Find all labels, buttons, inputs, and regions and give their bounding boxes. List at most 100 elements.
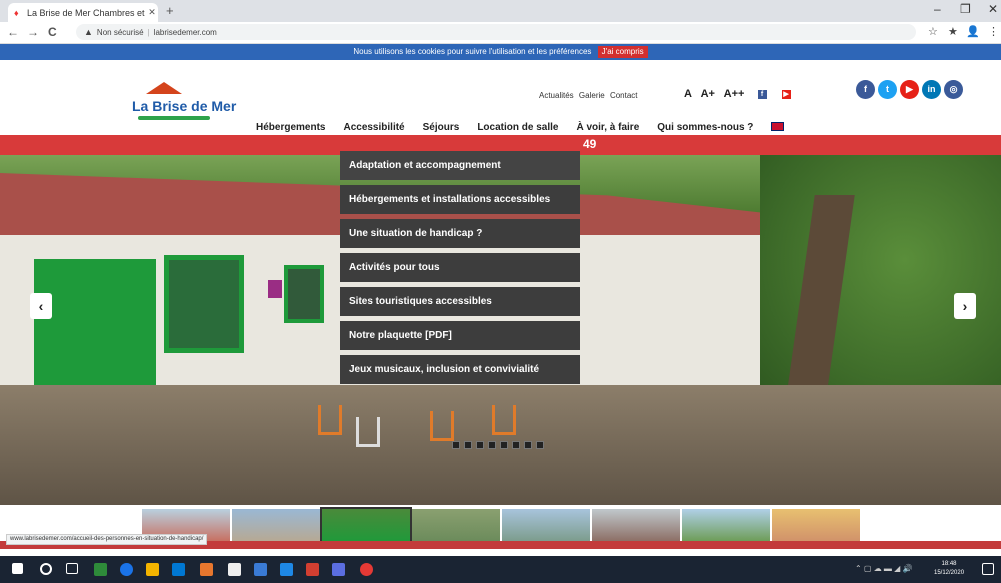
slider-dots [452, 441, 544, 449]
slider-dot[interactable] [524, 441, 532, 449]
thumbnail[interactable] [772, 509, 860, 543]
browser-tab[interactable]: ♦ La Brise de Mer Chambres et gîte ✕ [8, 3, 158, 22]
star-icon[interactable]: ☆ [928, 25, 938, 38]
cookie-banner: Nous utilisons les cookies pour suivre l… [0, 44, 1001, 60]
chrome-icon[interactable] [360, 563, 373, 576]
logo-text: La Brise de Mer [132, 98, 237, 114]
text-size-large[interactable]: A+ [701, 88, 715, 100]
site-logo[interactable]: La Brise de Mer [132, 82, 236, 124]
social-links: f t ▶ in ◎ [856, 80, 963, 99]
tab-title: La Brise de Mer Chambres et gîte [27, 7, 146, 18]
logo-roof-icon [146, 82, 182, 94]
linkedin-icon[interactable]: in [922, 80, 941, 99]
orange-chair [430, 411, 454, 441]
nav-sejours[interactable]: Séjours [423, 122, 460, 133]
sailboat-sign-icon [268, 280, 282, 298]
forward-button[interactable]: → [27, 25, 39, 39]
menu-item-sites-touristiques[interactable]: Sites touristiques accessibles [340, 287, 580, 316]
tab-strip: ♦ La Brise de Mer Chambres et gîte ✕ + –… [0, 0, 1001, 22]
slider-prev-button[interactable]: ‹ [30, 293, 52, 319]
thumbnail[interactable] [502, 509, 590, 543]
english-flag-icon[interactable] [771, 122, 785, 131]
slider-dot[interactable] [536, 441, 544, 449]
logo-wave-icon [138, 116, 210, 120]
excel-icon[interactable] [94, 563, 107, 576]
facebook-icon[interactable]: f [856, 80, 875, 99]
windows-start-icon[interactable] [12, 563, 23, 574]
nav-location-salle[interactable]: Location de salle [477, 122, 558, 133]
app-icon[interactable] [200, 563, 213, 576]
slider-dot[interactable] [500, 441, 508, 449]
explorer-icon[interactable] [146, 563, 159, 576]
clock-time: 18:48 [941, 561, 957, 567]
security-label: Non sécurisé [96, 27, 144, 37]
system-tray[interactable]: ⌃ ▢ ☁ ▬ ◢ 🔊 [855, 564, 913, 573]
text-size-xlarge[interactable]: A++ [724, 88, 745, 100]
app-icon[interactable] [332, 563, 345, 576]
glass-door [164, 255, 244, 353]
link-actualites[interactable]: Actualités [539, 91, 574, 100]
task-view-icon[interactable] [66, 563, 78, 574]
thumbnail[interactable] [412, 509, 500, 543]
nav-voir-faire[interactable]: À voir, à faire [576, 122, 639, 133]
house-window [284, 265, 324, 323]
profile-icon[interactable]: 👤 [966, 25, 980, 38]
slider-dot[interactable] [476, 441, 484, 449]
back-button[interactable]: ← [7, 25, 19, 39]
link-galerie[interactable]: Galerie [579, 91, 605, 100]
menu-item-adaptation[interactable]: Adaptation et accompagnement [340, 151, 580, 180]
reload-button[interactable]: C [48, 25, 57, 39]
orange-chair [318, 405, 342, 435]
notifications-icon[interactable] [982, 563, 994, 575]
facebook-small-icon[interactable]: f [757, 89, 767, 99]
youtube-small-icon[interactable]: ▶ [781, 89, 791, 99]
close-window-button[interactable]: ✕ [988, 2, 998, 16]
slider-dot[interactable] [464, 441, 472, 449]
word-icon[interactable] [280, 563, 293, 576]
browser-window: ♦ La Brise de Mer Chambres et gîte ✕ + –… [0, 0, 1001, 583]
youtube-icon[interactable]: ▶ [900, 80, 919, 99]
menu-item-plaquette-pdf[interactable]: Notre plaquette [PDF] [340, 321, 580, 350]
nav-qui-sommes-nous[interactable]: Qui sommes-nous ? [657, 122, 753, 133]
slider-dot[interactable] [452, 441, 460, 449]
store-icon[interactable] [228, 563, 241, 576]
search-icon[interactable] [40, 563, 52, 575]
menu-icon[interactable]: ⋮ [988, 25, 999, 38]
extension-icon[interactable]: ★ [948, 25, 958, 38]
url-field[interactable]: ▲ Non sécurisé | labrisedemer.com [76, 24, 916, 40]
slider-next-button[interactable]: › [954, 293, 976, 319]
clock[interactable]: 18:48 15/12/2020 [934, 560, 964, 578]
green-shutter [34, 259, 156, 385]
edge-icon[interactable] [120, 563, 133, 576]
slider-dot[interactable] [488, 441, 496, 449]
twitter-icon[interactable]: t [878, 80, 897, 99]
app-icon[interactable] [306, 563, 319, 576]
mail-icon[interactable] [172, 563, 185, 576]
link-contact[interactable]: Contact [610, 91, 638, 100]
thumbnail[interactable] [592, 509, 680, 543]
menu-item-activites[interactable]: Activités pour tous [340, 253, 580, 282]
nav-accessibilite[interactable]: Accessibilité [343, 122, 404, 133]
instagram-icon[interactable]: ◎ [944, 80, 963, 99]
clock-date: 15/12/2020 [934, 570, 965, 576]
top-links: Actualités Galerie Contact [539, 91, 641, 100]
nav-hebergements[interactable]: Hébergements [256, 122, 325, 133]
menu-item-situation-handicap[interactable]: Une situation de handicap ? [340, 219, 580, 248]
cookie-accept-button[interactable]: J'ai compris [597, 46, 648, 58]
menu-item-jeux-musicaux[interactable]: Jeux musicaux, inclusion et convivialité [340, 355, 580, 384]
slider-dot[interactable] [512, 441, 520, 449]
thumbnail[interactable] [232, 509, 320, 543]
thumbnail[interactable] [682, 509, 770, 543]
taskbar: ⌃ ▢ ☁ ▬ ◢ 🔊 18:48 15/12/2020 [0, 556, 1001, 583]
text-size-normal[interactable]: A [684, 88, 692, 100]
thumbnail-active[interactable] [320, 507, 412, 545]
white-chair [356, 417, 380, 447]
app-icon[interactable] [254, 563, 267, 576]
address-bar-row: ← → C ▲ Non sécurisé | labrisedemer.com … [0, 22, 1001, 44]
minimize-button[interactable]: – [934, 2, 941, 16]
favicon-icon: ♦ [14, 7, 19, 18]
menu-item-hebergements-accessibles[interactable]: Hébergements et installations accessible… [340, 185, 580, 214]
new-tab-button[interactable]: + [166, 3, 174, 18]
tab-close-button[interactable]: ✕ [146, 7, 158, 18]
maximize-button[interactable]: ❐ [960, 2, 971, 16]
